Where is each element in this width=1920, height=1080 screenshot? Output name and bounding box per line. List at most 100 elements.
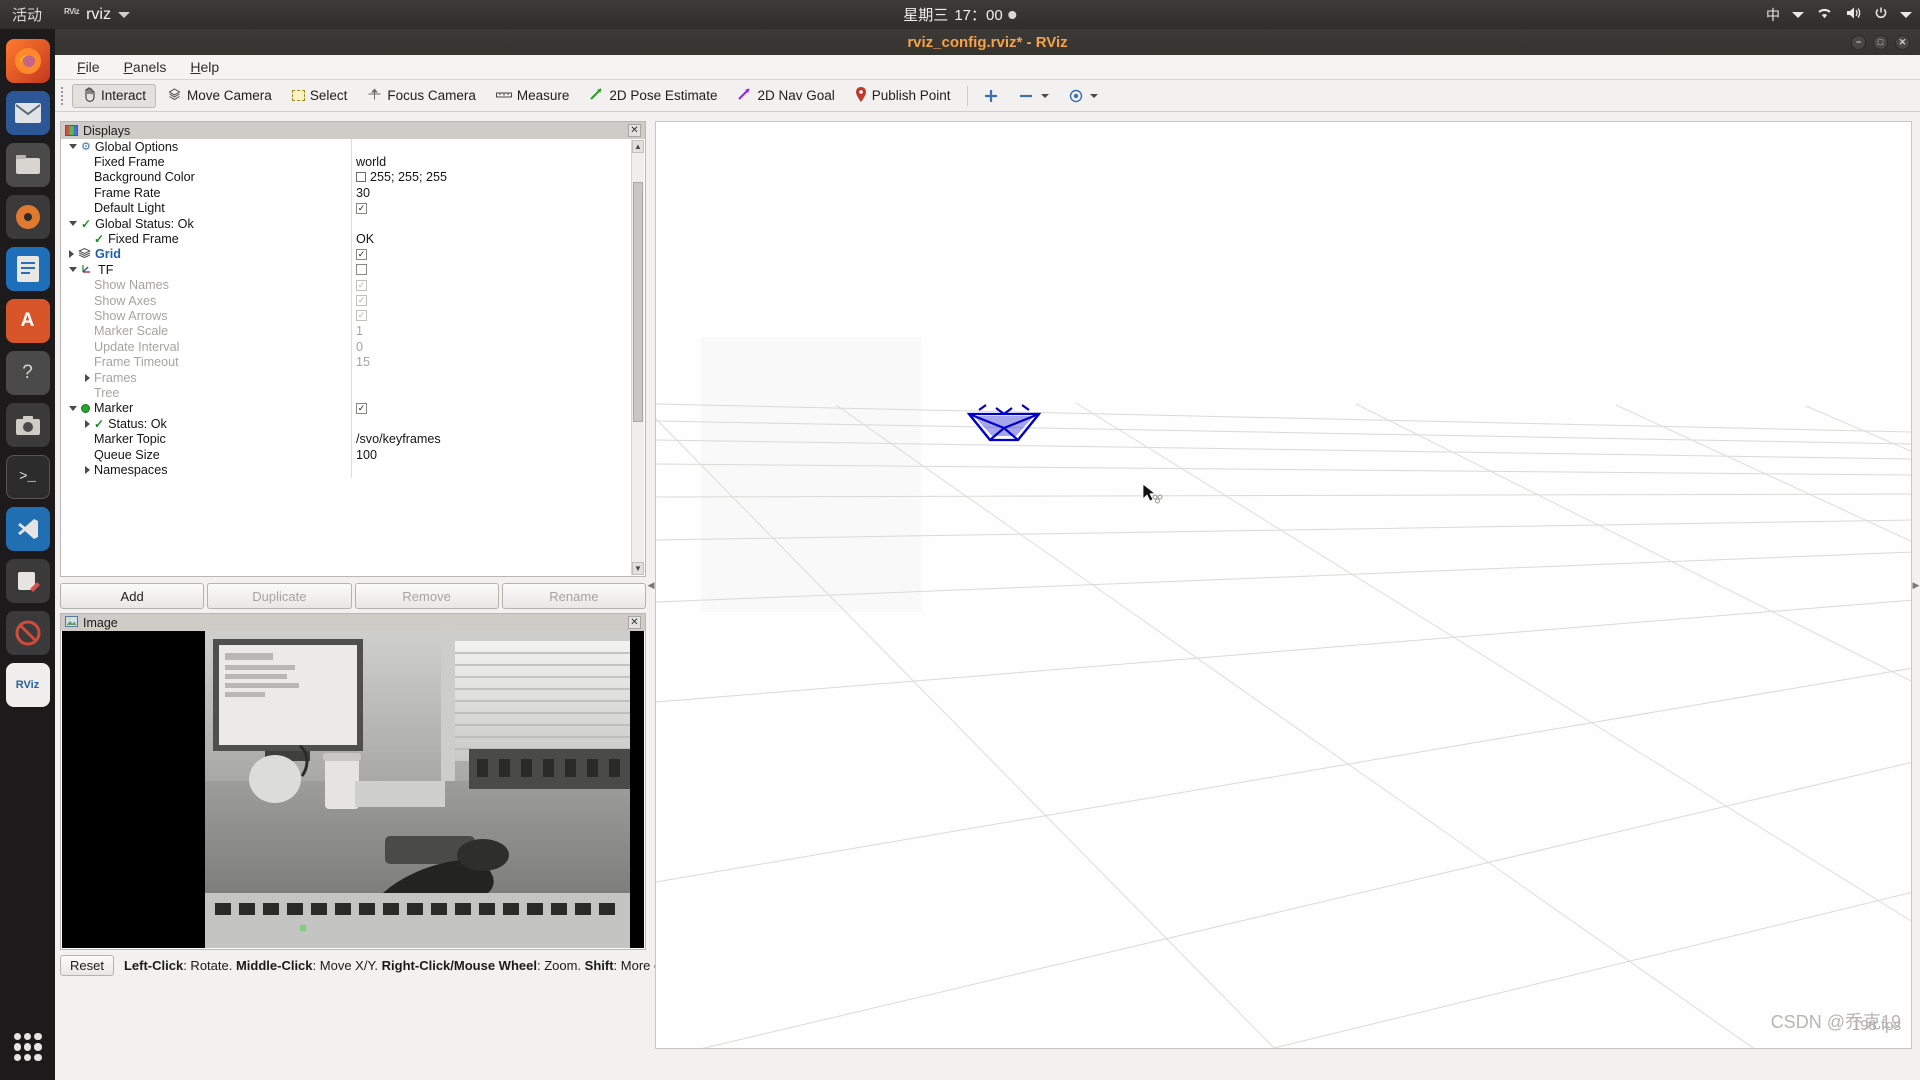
expander-expand-icon[interactable] [85,419,90,428]
display-tree-row-value[interactable]: 100 [351,446,645,463]
expander-expand-icon[interactable] [69,250,74,259]
display-tree-row[interactable]: Namespaces [61,462,645,478]
tool-properties-button[interactable] [1060,84,1107,108]
right-splitter-handle[interactable]: ▶ [1912,121,1920,1049]
input-method-label[interactable]: 中 [1766,5,1780,25]
display-tree-row[interactable]: Fixed Frame world [61,154,645,170]
reset-button[interactable]: Reset [60,954,114,976]
display-tree-row[interactable]: Show Names ✓ [61,277,645,293]
dock-item-libreoffice-writer[interactable] [5,247,50,291]
display-tree-row[interactable]: Frame Timeout 15 [61,354,645,370]
display-tree-row-value[interactable] [351,369,645,386]
checkbox[interactable]: ✓ [356,248,367,260]
display-tree-row-value[interactable]: ✓ [351,308,645,324]
display-tree-row[interactable]: Default Light ✓ [61,200,645,216]
minimize-button[interactable]: − [1851,34,1866,50]
display-tree-row[interactable]: Grid ✓ [61,246,645,263]
display-tree-row[interactable]: Frames [61,369,645,386]
tool-focus-camera[interactable]: Focus Camera [358,84,485,108]
displays-panel-close-button[interactable]: ✕ [628,124,641,137]
left-splitter-handle[interactable]: ◀ [647,121,655,1049]
displays-tree[interactable]: ⚙ Global Options Fixed Frame world Backgroun… [61,139,645,576]
expander-collapse-icon[interactable] [69,221,77,227]
close-button[interactable]: ✕ [1895,34,1910,50]
tool-publish-point[interactable]: Publish Point [846,84,960,108]
dock-item-ubuntu-software[interactable]: A [5,299,50,343]
3d-viewport[interactable]: CSDN @乔克19 198 fps [655,121,1912,1049]
system-indicators[interactable]: 中 [1766,5,1912,25]
display-tree-row-value[interactable] [351,385,645,401]
expander-collapse-icon[interactable] [69,267,77,273]
checkbox[interactable]: ✓ [356,202,367,214]
display-tree-row[interactable]: Marker Topic/svo/keyframes [61,431,645,447]
dock-item-help[interactable]: ? [5,351,50,395]
display-tree-row-value[interactable]: ✓ [351,292,645,309]
expander-expand-icon[interactable] [85,373,90,382]
dock-item-rviz[interactable]: RViz [5,663,50,707]
display-tree-row[interactable]: Frame Rate 30 [61,185,645,201]
display-tree-row[interactable]: Marker Scale 1 [61,323,645,340]
app-menu-button[interactable]: RViz rviz [56,6,138,24]
checkbox[interactable]: ✓ [356,402,367,414]
dock-item-screenshot[interactable] [5,403,50,447]
dock-item-rhythmbox[interactable] [5,195,50,239]
dock-item-firefox[interactable] [5,39,50,83]
menu-panels[interactable]: Panels [114,57,177,77]
display-tree-row-value[interactable]: OK [351,231,645,247]
expander-collapse-icon[interactable] [69,405,77,411]
dock-item-terminal[interactable]: >_ [5,455,50,499]
power-icon[interactable] [1874,6,1888,23]
display-tree-row-value[interactable]: 0 [351,339,645,355]
display-tree-row-value[interactable] [351,139,645,155]
clock-button[interactable]: 星期三 17：00 [903,4,1017,25]
image-panel-close-button[interactable]: ✕ [628,616,641,629]
wifi-icon[interactable] [1816,6,1833,23]
show-applications-button[interactable] [9,1028,47,1066]
display-tree-row-value[interactable]: ✓ [351,200,645,216]
display-tree-row-value[interactable]: /svo/keyframes [351,431,645,447]
menu-help[interactable]: Help [180,57,229,77]
display-tree-row-value[interactable]: world [351,154,645,170]
tool-2d-nav-goal[interactable]: 2D Nav Goal [728,84,843,108]
displays-add-button[interactable]: Add [60,583,205,609]
display-tree-row[interactable]: Show Axes ✓ [61,292,645,309]
display-tree-row[interactable]: Queue Size 100 [61,446,645,463]
display-tree-row-value[interactable]: ✓ [351,277,645,293]
scroll-down-button[interactable]: ▼ [632,562,644,575]
color-swatch[interactable] [356,172,366,183]
display-tree-row-value[interactable]: 1 [351,323,645,340]
tool-interact[interactable]: Interact [72,83,157,108]
display-tree-row-value[interactable]: 255; 255; 255 [351,169,645,186]
display-tree-row-value[interactable]: ✓ [351,400,645,417]
checkbox[interactable] [356,264,367,276]
display-tree-row-value[interactable]: ✓ [351,246,645,263]
display-tree-row[interactable]: Background Color 255; 255; 255 [61,169,645,186]
dock-item-vscode[interactable] [5,507,50,551]
display-tree-row-value[interactable] [351,462,645,478]
display-tree-row-value[interactable]: 30 [351,185,645,201]
dock-item-files[interactable] [5,143,50,187]
display-tree-row-value[interactable] [351,416,645,432]
expander-expand-icon[interactable] [85,465,90,474]
tool-move-camera[interactable]: Move Camera [158,84,281,108]
display-tree-row[interactable]: Tree [61,385,645,401]
display-tree-row[interactable]: ⚙ Global Options [61,139,645,155]
display-tree-row-value[interactable] [351,262,645,278]
dock-item-thunderbird[interactable] [5,91,50,135]
expander-collapse-icon[interactable] [69,144,77,150]
display-tree-row-value[interactable]: 15 [351,354,645,370]
maximize-button[interactable]: □ [1873,34,1888,50]
display-tree-row[interactable]: ✓ Global Status: Ok [61,215,645,232]
display-tree-row[interactable]: TF [61,262,645,278]
scroll-thumb[interactable] [633,182,643,422]
dock-item-forbidden[interactable] [5,611,50,655]
tool-select[interactable]: Select [283,84,357,108]
add-tool-button[interactable] [975,84,1007,108]
volume-icon[interactable] [1845,6,1862,23]
display-tree-row[interactable]: ✓ Fixed Frame OK [61,231,645,247]
display-tree-row[interactable]: ✓ Status: Ok [61,416,645,432]
remove-tool-button[interactable] [1009,84,1058,108]
display-tree-row[interactable]: Update Interval 0 [61,339,645,355]
dock-item-text-editor[interactable] [5,559,50,603]
scroll-up-button[interactable]: ▲ [632,140,644,153]
